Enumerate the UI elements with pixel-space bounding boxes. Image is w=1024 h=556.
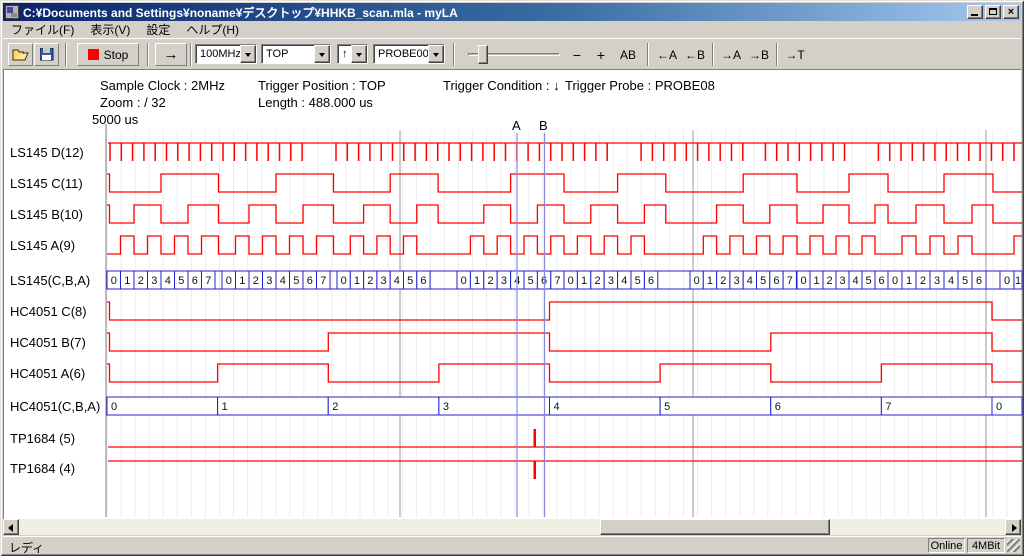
signal-label-hc4051-bus: HC4051(C,B,A) (10, 399, 100, 414)
minus-icon: − (573, 47, 581, 63)
trigger-probe-info: Trigger Probe : PROBE08 (565, 78, 715, 93)
stop-button[interactable]: Stop (77, 43, 139, 66)
scrollbar-thumb[interactable] (600, 519, 830, 535)
window-title: C:¥Documents and Settings¥noname¥デスクトップ¥… (23, 4, 965, 21)
maximize-icon (989, 8, 997, 15)
toolbar: Stop → 100MHz TOP ↑ PROBE00 − + AB ←A (3, 38, 1021, 69)
chevron-down-icon[interactable] (240, 45, 256, 63)
goto-trigger-button[interactable]: →T (782, 44, 808, 65)
close-icon: × (1004, 5, 1018, 19)
minimize-icon (971, 14, 978, 16)
toolbar-separator (147, 43, 149, 66)
sample-rate-value: 100MHz (196, 45, 240, 63)
signal-label-ls145-a: LS145 A(9) (10, 238, 75, 253)
minimize-button[interactable] (967, 5, 983, 19)
trigger-position-select[interactable]: TOP (261, 44, 331, 64)
signal-label-tp1684-4: TP1684 (4) (10, 461, 75, 476)
set-a-label: →A (721, 48, 741, 62)
cursor-a-label: A (512, 118, 521, 133)
goto-t-label: →T (785, 48, 804, 62)
signal-label-hc4051-c: HC4051 C(8) (10, 304, 87, 319)
scroll-left-icon (8, 524, 13, 532)
toolbar-separator (776, 43, 778, 66)
zoom-out-button[interactable]: − (566, 44, 588, 65)
menu-bar: ファイル(F) 表示(V) 設定 ヘルプ(H) (3, 21, 1021, 38)
signal-label-ls145-b: LS145 B(10) (10, 207, 83, 222)
status-memory-panel: 4MBit (967, 538, 1005, 553)
signal-label-tp1684-5: TP1684 (5) (10, 431, 75, 446)
goto-a-label: ←A (657, 48, 677, 62)
trigger-edge-value: ↑ (338, 45, 351, 63)
maximize-button[interactable] (985, 5, 1001, 19)
toolbar-separator (647, 43, 649, 66)
signal-label-ls145-c: LS145 C(11) (10, 176, 83, 191)
set-b-label: →B (749, 48, 769, 62)
open-folder-icon (12, 48, 29, 61)
goto-cursor-a-button[interactable]: ←A (654, 44, 680, 65)
signal-label-ls145-bus: LS145(C,B,A) (10, 273, 90, 288)
cursor-b-label: B (539, 118, 548, 133)
title-bar[interactable]: C:¥Documents and Settings¥noname¥デスクトップ¥… (3, 3, 1021, 21)
trigger-condition-info: Trigger Condition : ↓ (443, 78, 560, 93)
toolbar-separator (712, 43, 714, 66)
menu-settings[interactable]: 設定 (138, 20, 178, 39)
scroll-right-icon (1012, 524, 1017, 532)
sample-rate-select[interactable]: 100MHz (195, 44, 257, 64)
waveform-client-area (3, 69, 1021, 519)
zoom-in-button[interactable]: + (590, 44, 612, 65)
signal-label-ls145-d: LS145 D(12) (10, 145, 84, 160)
signal-label-hc4051-a: HC4051 A(6) (10, 366, 85, 381)
status-bar: レディ Online 4MBit (3, 536, 1021, 553)
run-single-button[interactable]: → (155, 43, 187, 66)
open-button[interactable] (8, 43, 33, 66)
trigger-probe-select[interactable]: PROBE00 (373, 44, 445, 64)
menu-help[interactable]: ヘルプ(H) (178, 20, 247, 39)
chevron-down-icon[interactable] (428, 45, 444, 63)
menu-view[interactable]: 表示(V) (82, 20, 138, 39)
trigger-position-value: TOP (262, 45, 314, 63)
plus-icon: + (597, 47, 605, 63)
horizontal-scrollbar[interactable] (3, 519, 1021, 535)
length-info: Length : 488.000 us (258, 95, 373, 110)
goto-cursor-b-button[interactable]: ←B (682, 44, 708, 65)
right-arrow-icon: → (164, 46, 179, 63)
set-cursor-a-button[interactable]: →A (718, 44, 744, 65)
toolbar-separator (453, 43, 455, 66)
toolbar-separator (190, 43, 192, 66)
app-window: C:¥Documents and Settings¥noname¥デスクトップ¥… (0, 0, 1024, 556)
signal-label-hc4051-b: HC4051 B(7) (10, 335, 86, 350)
trigger-edge-select[interactable]: ↑ (337, 44, 368, 64)
scroll-right-button[interactable] (1005, 519, 1021, 535)
zoom-slider-thumb[interactable] (478, 45, 488, 64)
trigger-position-info: Trigger Position : TOP (258, 78, 386, 93)
save-button[interactable] (34, 43, 59, 66)
stop-icon (88, 49, 99, 60)
resize-grip[interactable] (1007, 539, 1020, 552)
save-floppy-icon (40, 48, 54, 61)
time-scale-label: 5000 us (92, 112, 138, 127)
trigger-probe-value: PROBE00 (374, 45, 428, 63)
menu-file[interactable]: ファイル(F) (3, 20, 82, 39)
scroll-left-button[interactable] (3, 519, 19, 535)
close-button[interactable]: × (1003, 5, 1019, 19)
zoom-ab-button[interactable]: AB (614, 44, 642, 65)
set-cursor-b-button[interactable]: →B (746, 44, 772, 65)
app-icon (5, 5, 19, 19)
toolbar-separator (65, 43, 67, 66)
chevron-down-icon[interactable] (314, 45, 330, 63)
status-ready-text: レディ (9, 539, 44, 556)
sample-clock-info: Sample Clock : 2MHz (100, 78, 225, 93)
goto-b-label: ←B (685, 48, 705, 62)
ab-label: AB (620, 48, 636, 62)
stop-label: Stop (104, 48, 129, 62)
chevron-down-icon[interactable] (351, 45, 367, 63)
zoom-info: Zoom : / 32 (100, 95, 166, 110)
status-online-panel: Online (928, 538, 965, 553)
